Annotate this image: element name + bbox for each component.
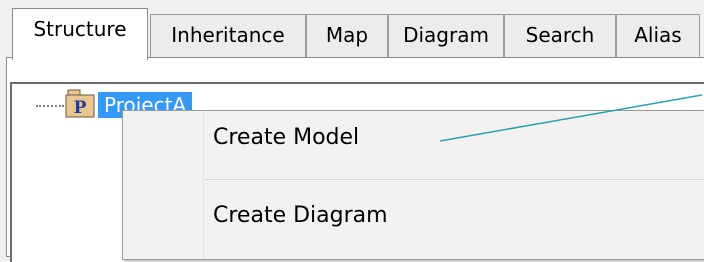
svg-text:P: P xyxy=(74,98,87,118)
project-package-icon: P xyxy=(64,88,96,120)
menu-item-label: Create Diagram xyxy=(213,203,388,228)
menu-item-create-model[interactable]: Create Model xyxy=(123,111,704,165)
menu-item-create-diagram[interactable]: Create Diagram xyxy=(123,189,704,243)
menu-separator xyxy=(205,179,704,180)
tab-map[interactable]: Map xyxy=(306,14,388,58)
context-menu: Create Model Create Diagram xyxy=(122,110,704,260)
menu-item-label: Create Model xyxy=(213,125,360,150)
tab-alias[interactable]: Alias xyxy=(616,14,700,58)
tab-bar: Structure Inheritance Map Diagram Search… xyxy=(0,0,704,62)
tab-diagram[interactable]: Diagram xyxy=(388,14,504,58)
tree-connector-line xyxy=(36,105,64,107)
tab-search[interactable]: Search xyxy=(504,14,616,58)
tab-structure[interactable]: Structure xyxy=(12,8,148,60)
tab-inheritance[interactable]: Inheritance xyxy=(150,14,306,58)
